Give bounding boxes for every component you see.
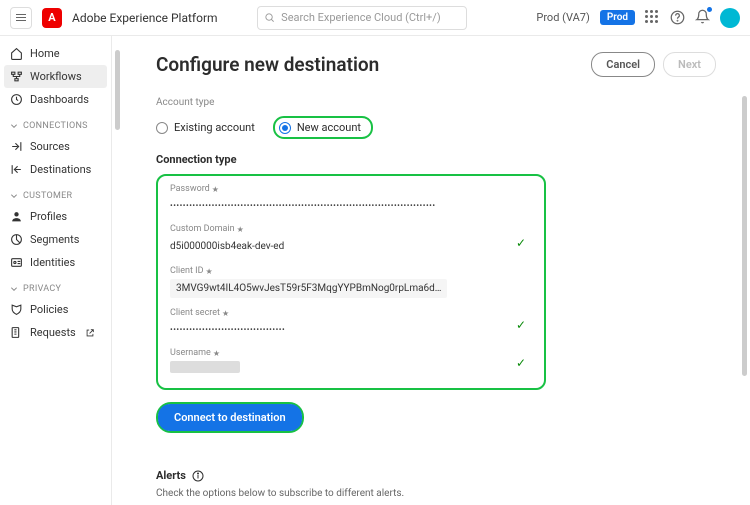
sidebar: Home Workflows Dashboards Connections So…	[0, 36, 112, 505]
sidebar-item-label: Destinations	[30, 163, 91, 176]
sidebar-item-label: Segments	[30, 233, 79, 246]
sidebar-item-label: Home	[30, 47, 60, 60]
sidebar-item-label: Policies	[30, 303, 68, 316]
alerts-subtitle: Check the options below to subscribe to …	[156, 488, 716, 499]
org-name[interactable]: Prod (VA7)	[536, 11, 589, 24]
sidebar-section-label: Privacy	[23, 284, 61, 294]
connection-type-label: Connection type	[156, 153, 716, 166]
sidebar-item-sources[interactable]: Sources	[0, 135, 111, 158]
menu-toggle-button[interactable]	[10, 7, 32, 29]
apps-icon[interactable]	[645, 10, 660, 25]
radio-label: New account	[297, 121, 361, 134]
field-client-secret: Client secret★ •••••••••••••••••••••••••…	[170, 308, 532, 338]
sidebar-item-label: Sources	[30, 140, 70, 153]
sidebar-item-label: Dashboards	[30, 93, 89, 106]
field-custom-domain: Custom Domain★ d5i000000isb4eak-dev-ed ✓	[170, 224, 532, 256]
client-id-input[interactable]: 3MVG9wt4IL4O5wvJesT59r5F3MqgYYPBmNog0rpL…	[170, 279, 447, 298]
radio-label: Existing account	[174, 121, 255, 134]
client-secret-input[interactable]: ••••••••••••••••••••••••••••••••••••	[170, 321, 532, 338]
sidebar-section-customer[interactable]: Customer	[0, 181, 111, 205]
sidebar-item-destinations[interactable]: Destinations	[0, 158, 111, 181]
field-client-id: Client ID★ 3MVG9wt4IL4O5wvJesT59r5F3MqgY…	[170, 266, 532, 298]
sidebar-section-label: Customer	[23, 191, 72, 201]
sidebar-item-dashboards[interactable]: Dashboards	[0, 88, 111, 111]
content-area: Configure new destination Cancel Next Ac…	[112, 36, 750, 505]
check-icon: ✓	[516, 318, 526, 332]
page-title: Configure new destination	[156, 53, 379, 76]
chevron-down-icon	[10, 122, 18, 130]
sidebar-item-policies[interactable]: Policies	[0, 298, 111, 321]
notifications-icon[interactable]	[695, 9, 710, 27]
sidebar-section-label: Connections	[23, 121, 88, 131]
connect-to-destination-button[interactable]: Connect to destination	[158, 404, 302, 431]
top-bar: A Adobe Experience Platform Search Exper…	[0, 0, 750, 36]
sidebar-item-home[interactable]: Home	[0, 42, 111, 65]
external-link-icon	[85, 328, 95, 338]
info-icon[interactable]	[192, 470, 204, 482]
password-input[interactable]: ••••••••••••••••••••••••••••••••••••••••…	[170, 197, 532, 214]
chevron-down-icon	[10, 285, 18, 293]
field-label-text: Password	[170, 184, 210, 194]
username-input[interactable]	[170, 361, 240, 373]
radio-existing-account[interactable]: Existing account	[156, 121, 255, 134]
sidebar-section-connections[interactable]: Connections	[0, 111, 111, 135]
scrollbar-thumb[interactable]	[115, 50, 120, 130]
adobe-logo: A	[42, 8, 62, 28]
sidebar-item-label: Requests	[30, 326, 76, 339]
cancel-button[interactable]: Cancel	[591, 52, 655, 77]
connection-form: Password★ ••••••••••••••••••••••••••••••…	[156, 174, 546, 390]
sidebar-item-requests[interactable]: Requests	[0, 321, 111, 344]
env-pill[interactable]: Prod	[600, 10, 635, 25]
avatar[interactable]	[720, 8, 740, 28]
check-icon: ✓	[516, 236, 526, 250]
sidebar-item-workflows[interactable]: Workflows	[4, 65, 107, 88]
sidebar-item-identities[interactable]: Identities	[0, 251, 111, 274]
account-type-label: Account type	[156, 97, 716, 108]
field-label-text: Custom Domain	[170, 224, 235, 234]
sidebar-item-label: Workflows	[30, 70, 82, 83]
sidebar-section-privacy[interactable]: Privacy	[0, 274, 111, 298]
next-button: Next	[663, 52, 716, 77]
alerts-section: Alerts Check the options below to subscr…	[156, 469, 716, 505]
radio-new-account[interactable]: New account	[273, 116, 373, 139]
custom-domain-input[interactable]: d5i000000isb4eak-dev-ed	[170, 237, 532, 256]
sidebar-item-label: Identities	[30, 256, 75, 269]
field-username: Username★ ✓	[170, 348, 532, 376]
alerts-title: Alerts	[156, 469, 186, 482]
scrollbar-thumb-right[interactable]	[742, 96, 747, 376]
field-password: Password★ ••••••••••••••••••••••••••••••…	[170, 184, 532, 214]
field-label-text: Client secret	[170, 308, 220, 318]
search-placeholder: Search Experience Cloud (Ctrl+/)	[281, 11, 441, 24]
check-icon: ✓	[516, 356, 526, 370]
search-icon	[264, 12, 275, 23]
search-input[interactable]: Search Experience Cloud (Ctrl+/)	[257, 6, 467, 30]
field-label-text: Username	[170, 348, 211, 358]
sidebar-item-label: Profiles	[30, 210, 67, 223]
app-title: Adobe Experience Platform	[72, 11, 218, 25]
top-right: Prod (VA7) Prod	[536, 8, 740, 28]
sidebar-item-profiles[interactable]: Profiles	[0, 205, 111, 228]
help-icon[interactable]	[670, 10, 685, 25]
sidebar-item-segments[interactable]: Segments	[0, 228, 111, 251]
field-label-text: Client ID	[170, 266, 204, 276]
chevron-down-icon	[10, 192, 18, 200]
